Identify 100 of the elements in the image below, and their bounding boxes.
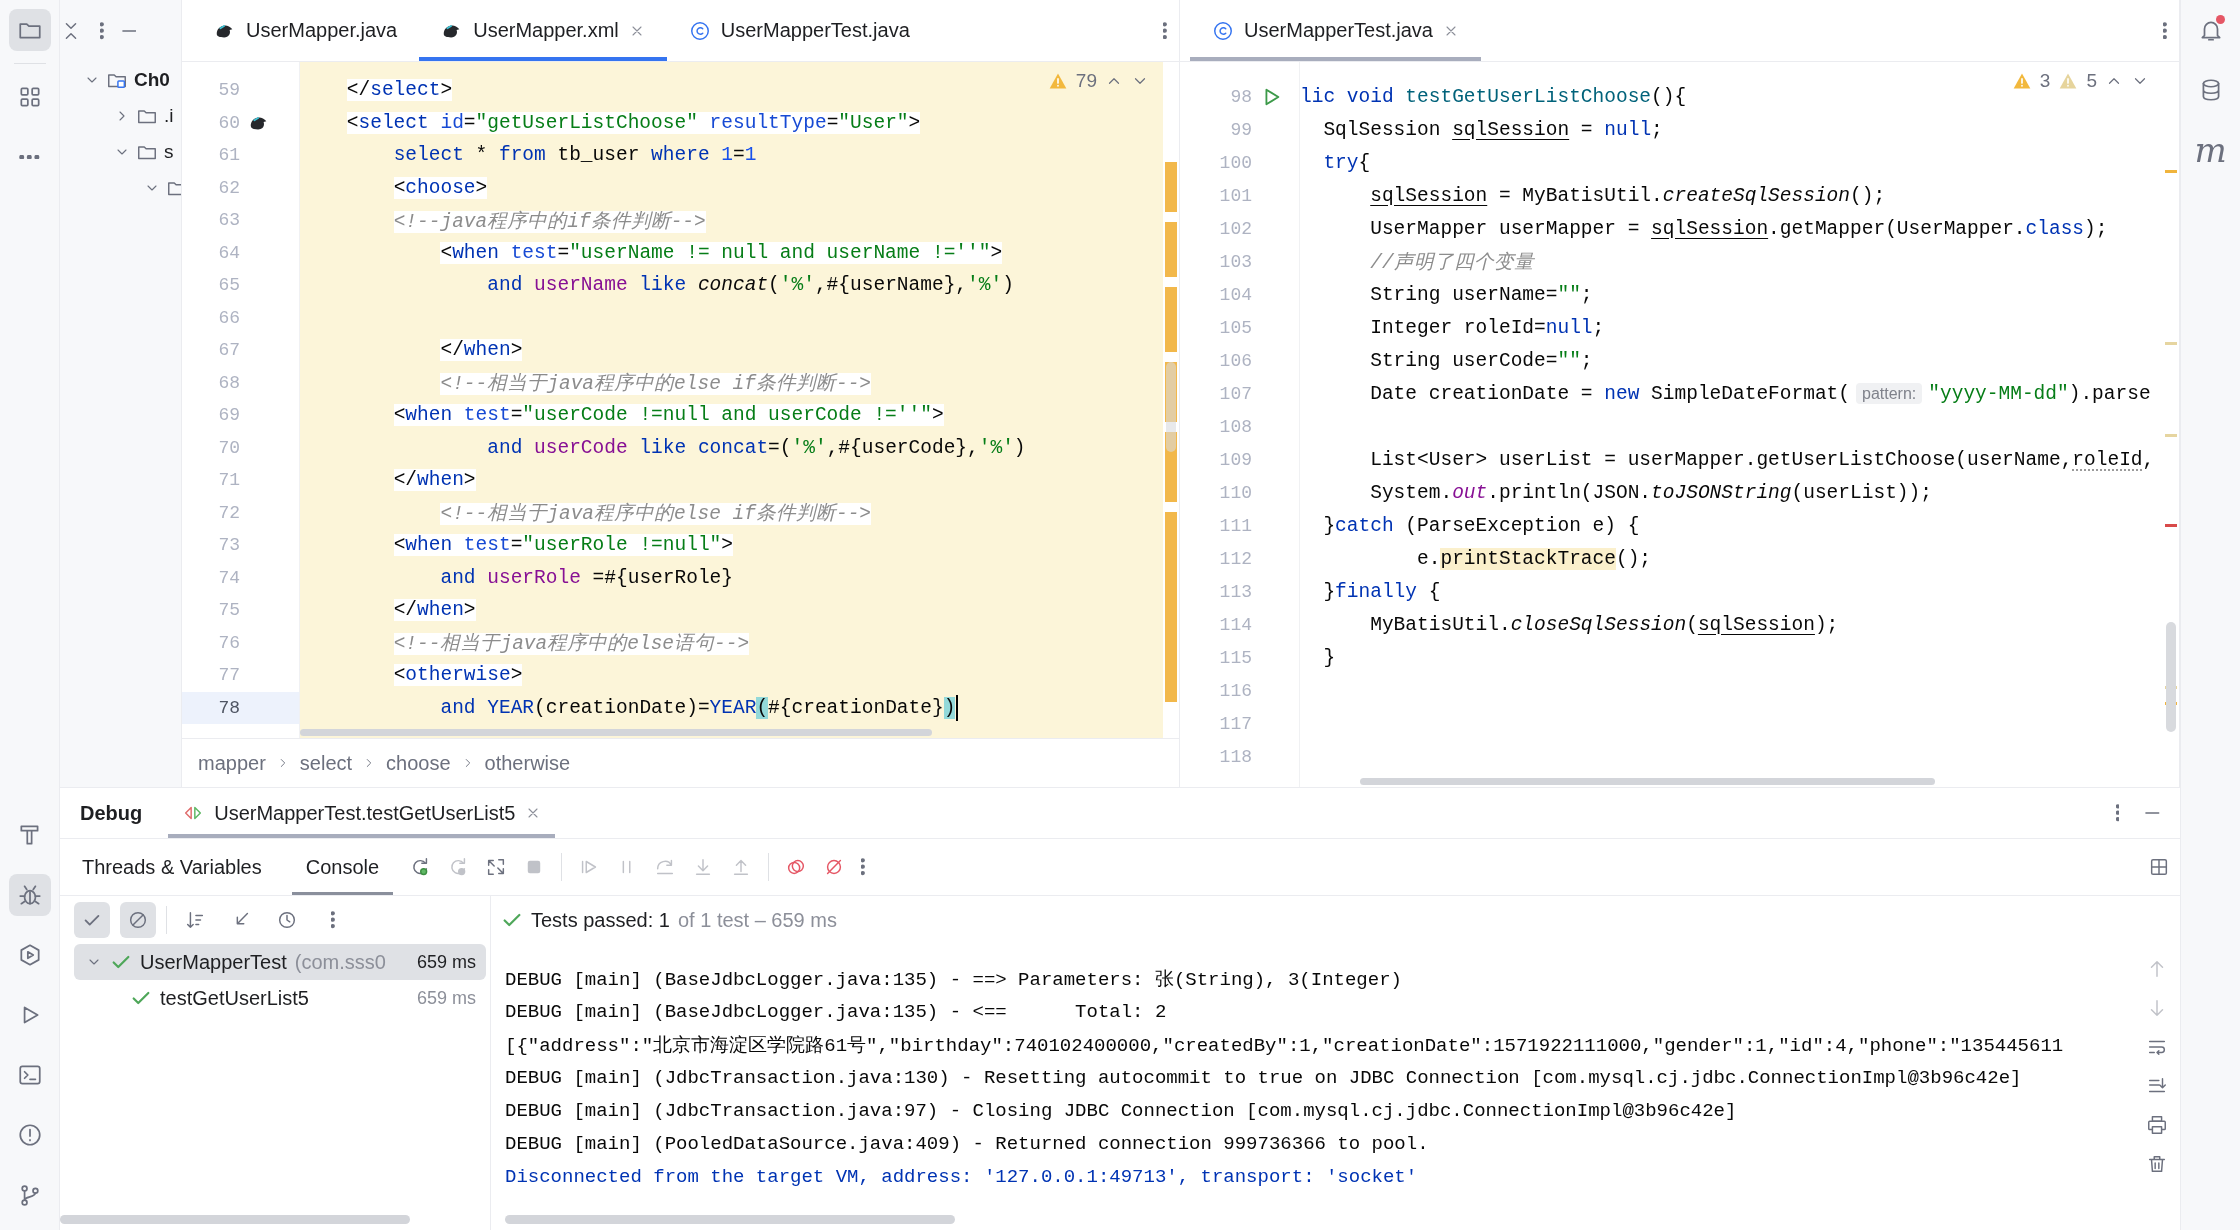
editor-tab[interactable]: UserMapperTest.java — [1190, 0, 1481, 61]
code-line: try{ — [1322, 151, 1371, 174]
warning-icon — [2011, 71, 2032, 91]
debug-tool-button[interactable] — [8, 874, 51, 916]
breadcrumb[interactable]: select — [299, 751, 353, 775]
console-line: DEBUG [main] (JdbcTransaction.java:97) - Closing JDBC Connection [com.mysql.cj.jdbc.ConnectionImpl@3b96c42e] — [505, 1098, 1738, 1124]
clock-icon — [276, 909, 298, 931]
editor-tab[interactable]: UserMapper.java — [192, 0, 420, 61]
more-icon[interactable] — [1163, 21, 1167, 40]
minimize-icon[interactable] — [121, 30, 137, 32]
line-number: 72 — [217, 502, 240, 523]
editor-tab[interactable]: UserMapperTest.java — [666, 0, 932, 61]
code-line: and YEAR(creationDate)=YEAR(#{creationDate}) — [439, 696, 956, 719]
scrollbar-thumb[interactable] — [60, 1215, 410, 1224]
console-line: DEBUG [main] (BaseJdbcLogger.java:135) - ==> Parameters: 张(String), 3(Integer) — [505, 967, 1403, 993]
scrollbar-thumb[interactable] — [505, 1215, 955, 1224]
line-number: 70 — [217, 437, 240, 458]
show-passed-toggle[interactable] — [74, 902, 110, 938]
line-number: 71 — [217, 470, 240, 491]
code-line: String userName=""; — [1369, 283, 1593, 306]
line-number: 110 — [1218, 482, 1252, 503]
warning-count[interactable]: 3 — [2039, 70, 2051, 92]
session-tab[interactable]: UserMapperTest.testGetUserList5 — [168, 788, 556, 838]
class-icon — [1212, 19, 1234, 42]
test-status-detail: of 1 test – 659 ms — [677, 908, 837, 932]
line-number: 62 — [217, 177, 240, 198]
scrollbar-thumb[interactable] — [300, 729, 932, 736]
print-icon[interactable] — [2146, 1114, 2168, 1136]
show-ignored-toggle[interactable] — [120, 902, 156, 938]
layout-icon[interactable] — [2148, 856, 2170, 878]
tree-label[interactable]: .i — [164, 105, 174, 127]
duration: 659 ms — [416, 951, 476, 973]
warning-icon — [1047, 71, 1068, 91]
test-tree-item[interactable]: UserMapperTest (com.sss0 659 ms — [74, 944, 486, 980]
line-number: 67 — [217, 340, 240, 361]
console-line: Disconnected from the target VM, address: '127.0.0.1:49713', transport: 'socket' — [505, 1164, 1419, 1190]
package-name: (com.sss0 — [294, 950, 387, 974]
minimize-icon[interactable] — [2145, 812, 2160, 814]
trash-icon[interactable] — [2146, 1153, 2168, 1175]
more-icon[interactable] — [100, 22, 104, 40]
line-number: 105 — [1218, 317, 1252, 338]
line-number: 65 — [217, 275, 240, 296]
line-number: 68 — [217, 372, 240, 393]
console-line: DEBUG [main] (BaseJdbcLogger.java:135) - <== Total: 2 — [505, 999, 1168, 1025]
line-number: 115 — [1218, 647, 1252, 668]
more-icon[interactable] — [2115, 804, 2120, 822]
text-caret — [956, 694, 959, 721]
test-tree-item[interactable]: testGetUserList5 659 ms — [74, 980, 486, 1016]
line-number: 101 — [1218, 185, 1252, 206]
project-tool-button[interactable] — [8, 9, 51, 51]
tree-label[interactable]: Ch0 — [134, 69, 170, 91]
warning-count[interactable]: 5 — [2086, 70, 2097, 92]
more-icon[interactable] — [2163, 21, 2167, 40]
code-line: List<User> userList = userMapper.getUserListChoose(userName,roleId, — [1369, 448, 2155, 471]
ban-icon — [127, 909, 149, 931]
view-tab[interactable]: Threads & Variables — [68, 839, 276, 895]
breadcrumb[interactable]: otherwise — [484, 751, 571, 775]
line-number: 108 — [1218, 416, 1252, 437]
code-line: and userRole =#{userRole} — [439, 566, 733, 589]
line-number: 113 — [1218, 581, 1252, 602]
breadcrumb[interactable]: choose — [386, 751, 451, 775]
line-number: 74 — [217, 567, 240, 588]
line-number: 77 — [217, 665, 240, 686]
code-line: SqlSession sqlSession = null; — [1322, 118, 1663, 141]
code-line: Date creationDate = new SimpleDateFormat( pattern: "yyyy-MM-dd").parse — [1369, 382, 2151, 405]
test-name: testGetUserList5 — [160, 986, 309, 1010]
line-number: 102 — [1218, 218, 1252, 239]
tree-label[interactable]: s — [164, 141, 174, 163]
line-number: 75 — [217, 600, 240, 621]
view-tab[interactable]: Console — [291, 839, 394, 895]
code-line: and userName like concat('%',#{userName},'%') — [486, 274, 1014, 297]
line-number: 66 — [217, 307, 240, 328]
line-number: 99 — [1229, 119, 1252, 140]
code-line: UserMapper userMapper = sqlSession.getMapper(UserMapper.class); — [1369, 217, 2108, 240]
class-icon — [688, 19, 711, 42]
code-line: String userCode=""; — [1369, 349, 1593, 372]
line-number: 103 — [1218, 251, 1252, 272]
line-number: 63 — [217, 210, 240, 231]
code-line: }catch (ParseException e) { — [1322, 514, 1640, 537]
code-line: }finally { — [1322, 580, 1441, 603]
test-name: UserMapperTest — [140, 950, 287, 974]
more-icon[interactable] — [861, 858, 865, 876]
line-number: 98 — [1229, 86, 1252, 107]
maven-tool-button[interactable]: m — [2189, 129, 2232, 171]
line-number: 112 — [1218, 548, 1252, 569]
warning-count[interactable]: 79 — [1075, 70, 1097, 92]
line-number: 100 — [1218, 152, 1252, 173]
scrollbar-thumb[interactable] — [1360, 778, 1935, 785]
line-number: 106 — [1218, 350, 1252, 371]
code-line: Integer roleId=null; — [1369, 316, 1605, 339]
code-line: MyBatisUtil.closeSqlSession(sqlSession); — [1369, 613, 1839, 636]
more-icon — [19, 154, 40, 160]
breadcrumb[interactable]: mapper — [198, 751, 266, 775]
line-number: 64 — [217, 242, 240, 263]
sort-icon — [184, 909, 206, 931]
warning-circle-icon — [16, 1122, 43, 1148]
code-line: select * from tb_user where 1=1 — [392, 144, 757, 167]
line-number: 76 — [217, 632, 240, 653]
line-number: 107 — [1218, 383, 1252, 404]
line-number: 73 — [217, 535, 240, 556]
